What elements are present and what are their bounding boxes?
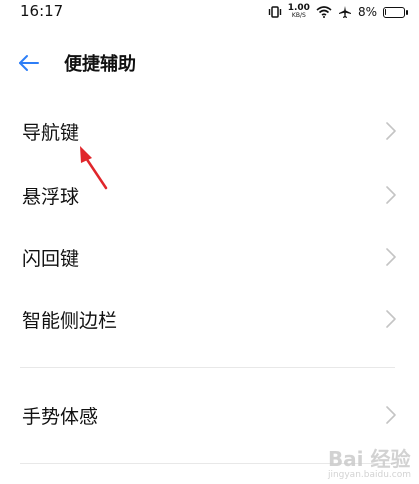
page-title: 便捷辅助 bbox=[64, 54, 136, 75]
status-icons: 1.00 KB/S 8% bbox=[268, 2, 408, 22]
status-time: 16:17 bbox=[20, 2, 64, 20]
net-speed-value: 1.00 bbox=[287, 3, 310, 13]
battery-icon bbox=[383, 6, 408, 18]
list-item-label: 悬浮球 bbox=[22, 186, 80, 208]
wifi-icon bbox=[316, 6, 332, 18]
divider bbox=[20, 367, 395, 368]
list-item-navigation-keys[interactable]: 导航键 bbox=[0, 104, 419, 160]
battery-fill bbox=[385, 8, 386, 15]
chevron-right-icon bbox=[386, 310, 396, 328]
list-item-label: 手势体感 bbox=[22, 406, 99, 428]
list-item-label: 智能侧边栏 bbox=[22, 310, 118, 332]
vibrate-icon bbox=[268, 6, 281, 18]
list-item-flashback-key[interactable]: 闪回键 bbox=[0, 230, 419, 286]
status-bar: 16:17 1.00 KB/S 8% bbox=[0, 0, 419, 26]
back-arrow-icon[interactable] bbox=[16, 50, 42, 76]
battery-percent: 8% bbox=[357, 5, 377, 19]
net-speed: 1.00 KB/S bbox=[288, 4, 310, 20]
net-speed-unit: KB/S bbox=[291, 12, 306, 19]
list-item-label: 导航键 bbox=[22, 122, 80, 144]
chevron-right-icon bbox=[386, 122, 396, 140]
header: 便捷辅助 bbox=[0, 44, 419, 84]
chevron-right-icon bbox=[386, 248, 396, 266]
list-item-floating-ball[interactable]: 悬浮球 bbox=[0, 168, 419, 224]
list-item-gesture-motion[interactable]: 手势体感 bbox=[0, 388, 419, 444]
airplane-icon bbox=[338, 6, 351, 18]
chevron-right-icon bbox=[386, 186, 396, 204]
chevron-right-icon bbox=[386, 406, 396, 424]
list-item-smart-sidebar[interactable]: 智能侧边栏 bbox=[0, 292, 419, 348]
watermark-logo: Bai 经验 jingyan.baidu.com bbox=[327, 447, 411, 480]
list-item-label: 闪回键 bbox=[22, 248, 80, 270]
